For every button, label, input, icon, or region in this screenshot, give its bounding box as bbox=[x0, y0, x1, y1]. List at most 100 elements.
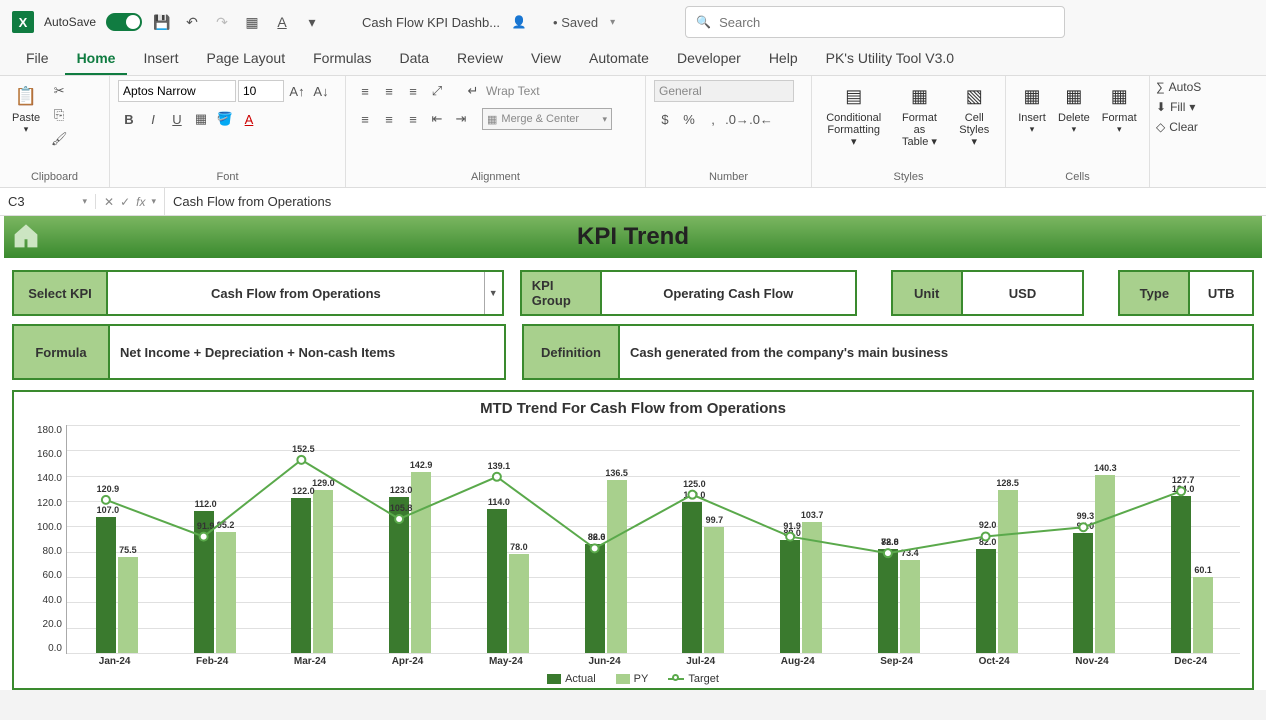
cancel-formula-icon[interactable]: ✕ bbox=[104, 195, 114, 209]
fill-down-icon: ⬇ bbox=[1156, 100, 1166, 114]
align-top-icon[interactable]: ≡ bbox=[354, 80, 376, 102]
align-center-icon[interactable]: ≡ bbox=[378, 108, 400, 130]
worksheet: KPI Trend Select KPI Cash Flow from Oper… bbox=[0, 216, 1266, 690]
group-alignment-label: Alignment bbox=[354, 169, 637, 185]
autosave-toggle[interactable] bbox=[106, 13, 142, 31]
cut-icon[interactable]: ✂ bbox=[48, 80, 70, 102]
font-color-icon[interactable]: A bbox=[238, 108, 260, 130]
fill-button[interactable]: ⬇Fill ▾ bbox=[1156, 100, 1201, 114]
currency-icon[interactable]: $ bbox=[654, 108, 676, 130]
select-kpi-label: Select KPI bbox=[14, 272, 108, 314]
format-painter-icon[interactable]: 🖌 bbox=[48, 128, 70, 150]
ribbon: 📋 Paste ▾ ✂ ⎘ 🖌 Clipboard A↑ A↓ B I U bbox=[0, 76, 1266, 188]
file-name: Cash Flow KPI Dashb... bbox=[362, 15, 500, 30]
page-title: KPI Trend bbox=[577, 223, 689, 251]
increase-decimal-icon[interactable]: .0→ bbox=[726, 108, 748, 130]
name-box[interactable]: C3▾ bbox=[0, 194, 96, 209]
tab-view[interactable]: View bbox=[519, 44, 573, 75]
chart-legend: Actual PY Target bbox=[22, 670, 1244, 688]
definition-value: Cash generated from the company's main b… bbox=[620, 326, 1252, 378]
tab-help[interactable]: Help bbox=[757, 44, 810, 75]
group-font-label: Font bbox=[118, 169, 337, 185]
accept-formula-icon[interactable]: ✓ bbox=[120, 195, 130, 209]
kpi-banner: KPI Trend bbox=[4, 216, 1262, 258]
undo-icon[interactable]: ↶ bbox=[182, 12, 202, 32]
share-icon[interactable]: 👤 bbox=[510, 13, 528, 31]
chart-title: MTD Trend For Cash Flow from Operations bbox=[14, 392, 1252, 421]
underline-button[interactable]: U bbox=[166, 108, 188, 130]
cell-styles-button[interactable]: ▧ CellStyles ▾ bbox=[952, 80, 997, 150]
decrease-decimal-icon[interactable]: .0← bbox=[750, 108, 772, 130]
tab-review[interactable]: Review bbox=[445, 44, 515, 75]
cs-icon: ▧ bbox=[960, 82, 988, 110]
cf-icon: ▤ bbox=[840, 82, 868, 110]
type-label: Type bbox=[1120, 272, 1190, 314]
bold-button[interactable]: B bbox=[118, 108, 140, 130]
grid-icon[interactable]: ▦ bbox=[242, 12, 262, 32]
align-middle-icon[interactable]: ≡ bbox=[378, 80, 400, 102]
home-icon[interactable] bbox=[10, 220, 42, 252]
tab-utility[interactable]: PK's Utility Tool V3.0 bbox=[814, 44, 966, 75]
save-icon[interactable]: 💾 bbox=[152, 12, 172, 32]
wrap-text-button[interactable]: Wrap Text bbox=[486, 84, 540, 98]
select-kpi-box: Select KPI Cash Flow from Operations ▼ bbox=[12, 270, 504, 316]
increase-font-icon[interactable]: A↑ bbox=[286, 80, 308, 102]
tab-insert[interactable]: Insert bbox=[131, 44, 190, 75]
merge-center-button[interactable]: ▦ Merge & Center ▾ bbox=[482, 108, 612, 130]
decrease-font-icon[interactable]: A↓ bbox=[310, 80, 332, 102]
paste-button[interactable]: 📋 Paste ▾ bbox=[8, 80, 44, 137]
percent-icon[interactable]: % bbox=[678, 108, 700, 130]
number-format-select[interactable] bbox=[654, 80, 794, 102]
align-bottom-icon[interactable]: ≡ bbox=[402, 80, 424, 102]
orientation-icon[interactable]: ⤢ bbox=[426, 80, 448, 102]
insert-icon: ▦ bbox=[1018, 82, 1046, 110]
clear-button[interactable]: ◇Clear bbox=[1156, 120, 1201, 134]
wrap-text-icon: ↵ bbox=[462, 80, 484, 102]
tab-data[interactable]: Data bbox=[387, 44, 441, 75]
type-value: UTB bbox=[1190, 272, 1252, 314]
font-size-select[interactable] bbox=[238, 80, 284, 102]
tab-automate[interactable]: Automate bbox=[577, 44, 661, 75]
insert-cells-button[interactable]: ▦Insert▾ bbox=[1014, 80, 1050, 137]
borders-icon[interactable]: ▦ bbox=[190, 108, 212, 130]
font-color-qat-icon[interactable]: A bbox=[272, 12, 292, 32]
saved-status[interactable]: • Saved bbox=[553, 15, 598, 30]
plot-area: 107.075.5120.9112.095.291.9122.0129.0152… bbox=[66, 425, 1240, 654]
qat-more-icon[interactable]: ▾ bbox=[302, 12, 322, 32]
tab-file[interactable]: File bbox=[14, 44, 61, 75]
font-name-select[interactable] bbox=[118, 80, 236, 102]
delete-cells-button[interactable]: ▦Delete▾ bbox=[1054, 80, 1094, 137]
excel-icon: X bbox=[12, 11, 34, 33]
fx-icon[interactable]: fx bbox=[136, 195, 145, 209]
align-left-icon[interactable]: ≡ bbox=[354, 108, 376, 130]
format-cells-button[interactable]: ▦Format▾ bbox=[1098, 80, 1141, 137]
formula-label: Formula bbox=[14, 326, 110, 378]
formula-input[interactable]: Cash Flow from Operations bbox=[165, 194, 1266, 209]
increase-indent-icon[interactable]: ⇥ bbox=[450, 108, 472, 130]
ribbon-tabs: File Home Insert Page Layout Formulas Da… bbox=[0, 44, 1266, 76]
italic-button[interactable]: I bbox=[142, 108, 164, 130]
x-axis-labels: Jan-24Feb-24Mar-24Apr-24May-24Jun-24Jul-… bbox=[66, 656, 1240, 670]
tab-formulas[interactable]: Formulas bbox=[301, 44, 383, 75]
copy-icon[interactable]: ⎘ bbox=[48, 104, 70, 126]
format-as-table-button[interactable]: ▦ Format asTable ▾ bbox=[891, 80, 947, 150]
tab-page-layout[interactable]: Page Layout bbox=[194, 44, 297, 75]
autosum-button[interactable]: ∑AutoS bbox=[1156, 80, 1201, 94]
format-icon: ▦ bbox=[1105, 82, 1133, 110]
redo-icon[interactable]: ↷ bbox=[212, 12, 232, 32]
conditional-formatting-button[interactable]: ▤ ConditionalFormatting ▾ bbox=[820, 80, 887, 150]
fat-icon: ▦ bbox=[905, 82, 933, 110]
search-input[interactable] bbox=[719, 15, 1054, 30]
select-kpi-dropdown[interactable]: ▼ bbox=[484, 272, 502, 314]
comma-icon[interactable]: , bbox=[702, 108, 724, 130]
search-box[interactable]: 🔍 bbox=[685, 6, 1065, 38]
decrease-indent-icon[interactable]: ⇤ bbox=[426, 108, 448, 130]
eraser-icon: ◇ bbox=[1156, 120, 1165, 134]
tab-developer[interactable]: Developer bbox=[665, 44, 753, 75]
saved-caret-icon[interactable]: ▾ bbox=[610, 17, 615, 28]
fill-color-icon[interactable]: 🪣 bbox=[214, 108, 236, 130]
tab-home[interactable]: Home bbox=[65, 44, 128, 75]
kpi-group-box: KPI Group Operating Cash Flow bbox=[520, 270, 857, 316]
delete-icon: ▦ bbox=[1060, 82, 1088, 110]
align-right-icon[interactable]: ≡ bbox=[402, 108, 424, 130]
